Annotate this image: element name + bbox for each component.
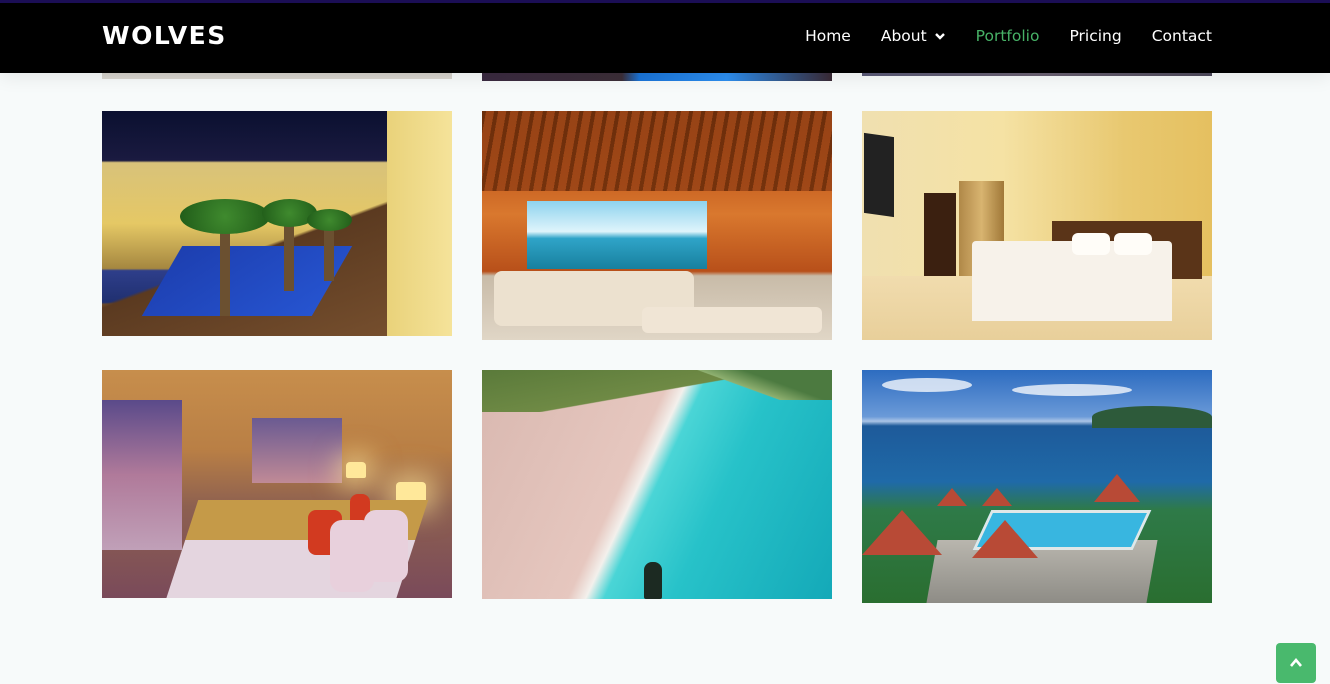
nav-about-label: About: [880, 27, 927, 45]
nav-pricing-label: Pricing: [1069, 27, 1122, 45]
portfolio-image-villa-living-room[interactable]: [482, 111, 832, 340]
brand-logo[interactable]: WOLVES: [102, 21, 227, 50]
portfolio-image-sunset-bedroom[interactable]: [102, 370, 452, 598]
portfolio-image-pink-beach[interactable]: [482, 370, 832, 599]
portfolio-image-hotel-room[interactable]: [862, 111, 1212, 340]
chevron-down-icon: [934, 33, 945, 40]
portfolio-image-hotel-courtyard[interactable]: [102, 111, 452, 336]
nav-portfolio-label: Portfolio: [975, 27, 1040, 45]
chevron-up-icon: [1290, 657, 1302, 667]
nav-home-label: Home: [805, 27, 851, 45]
nav-contact-label: Contact: [1151, 27, 1212, 45]
nav-home[interactable]: Home: [805, 27, 851, 45]
navbar: WOLVES Home About Portfolio Pricing Cont…: [0, 3, 1330, 73]
main-nav: Home About Portfolio Pricing Contact: [775, 27, 1212, 45]
portfolio-image-resort-aerial[interactable]: [862, 370, 1212, 603]
nav-portfolio[interactable]: Portfolio: [976, 27, 1040, 45]
nav-contact[interactable]: Contact: [1152, 27, 1212, 45]
nav-pricing[interactable]: Pricing: [1069, 27, 1121, 45]
top-accent-line: [0, 0, 1330, 3]
nav-about[interactable]: About: [881, 27, 946, 45]
scroll-to-top-button[interactable]: [1276, 643, 1316, 683]
